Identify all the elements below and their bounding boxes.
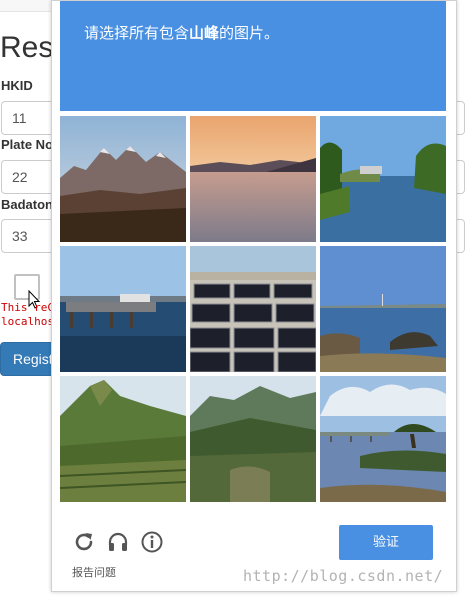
prompt-text-end: 的图片。	[219, 24, 280, 42]
verify-button[interactable]: 验证	[339, 525, 433, 560]
prompt-keyword: 山峰	[189, 24, 220, 42]
harbor-pier-image	[60, 246, 186, 372]
sea-rocks-image	[320, 246, 446, 372]
image-tile-lake-tree[interactable]	[320, 376, 446, 502]
plate-no-label: Plate No	[1, 137, 54, 152]
image-tile-harbor-pier[interactable]	[60, 246, 186, 372]
recaptcha-error-line-2: localhos	[1, 315, 54, 328]
image-tile-solar-panels[interactable]	[190, 246, 316, 372]
reload-icon[interactable]	[72, 530, 96, 554]
valley-hills-image	[190, 376, 316, 502]
hkid-label: HKID	[1, 78, 33, 93]
watermark: http://blog.csdn.net/	[243, 567, 444, 585]
challenge-prompt: 请选择所有包含山峰的图片。	[60, 1, 446, 111]
image-tile-forested-hill[interactable]	[60, 376, 186, 502]
forested-hill-image	[60, 376, 186, 502]
recaptcha-error-line-1: This reC	[1, 301, 54, 314]
page-title: Res	[0, 31, 54, 64]
badaton-label: Badaton	[1, 197, 53, 212]
image-tile-mountains[interactable]	[60, 116, 186, 242]
lake-tree-image	[320, 376, 446, 502]
river-bridge-image	[320, 116, 446, 242]
image-grid	[60, 116, 447, 503]
captcha-challenge-popup: 请选择所有包含山峰的图片。 报告问题 验证	[51, 0, 457, 592]
prompt-text: 请选择所有包含	[84, 24, 190, 42]
image-tile-river-bridge[interactable]	[320, 116, 446, 242]
info-icon[interactable]	[140, 530, 164, 554]
image-tile-valley-hills[interactable]	[190, 376, 316, 502]
solar-panels-image	[190, 246, 316, 372]
image-tile-sea-rocks[interactable]	[320, 246, 446, 372]
image-tile-sunset-lake[interactable]	[190, 116, 316, 242]
headphones-icon[interactable]	[106, 530, 130, 554]
sunset-lake-image	[190, 116, 316, 242]
report-problem-link[interactable]: 报告问题	[72, 564, 116, 580]
mountains-image	[60, 116, 186, 242]
